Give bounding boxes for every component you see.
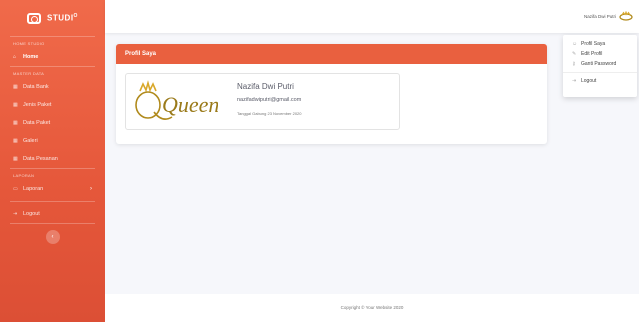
brand[interactable]: STUDIO <box>0 0 105 36</box>
user-name: Nazifa Dwi Putri <box>583 13 616 19</box>
profile-box: Queen Nazifa Dwi Putri nazifadwiputri@gm… <box>125 73 400 130</box>
section-home: HOME STUDIO <box>13 41 45 46</box>
key-icon: ⚷ <box>572 61 576 67</box>
camera-icon <box>27 12 42 24</box>
sidebar-item-label: Home <box>23 54 39 60</box>
user-dropdown-menu: ☺ Profil Saya ✎ Edit Profil ⚷ Ganti Pass… <box>563 35 637 97</box>
card-title: Profil Saya <box>116 44 547 64</box>
sidebar-divider <box>10 36 95 37</box>
menu-item-label: Logout <box>581 78 597 84</box>
user-icon: ☺ <box>572 41 578 47</box>
home-icon: ⌂ <box>13 54 17 60</box>
sidebar-item-label: Data Paket <box>23 120 51 126</box>
folder-icon: ▭ <box>13 186 18 192</box>
sidebar-item-label: Data Pesanan <box>23 156 58 162</box>
sidebar-divider <box>10 223 95 224</box>
user-edit-icon: ✎ <box>572 51 577 57</box>
table-icon: ▦ <box>13 84 18 90</box>
user-menu[interactable]: Nazifa Dwi Putri <box>584 11 633 21</box>
profile-card: Profil Saya Queen Nazifa Dwi Putri nazif… <box>116 44 547 144</box>
chevron-right-icon: › <box>90 186 92 192</box>
profile-image-text: Queen <box>162 92 218 117</box>
table-icon: ▦ <box>13 156 18 162</box>
sidebar-divider <box>10 66 95 67</box>
menu-item-label: Ganti Password <box>581 61 617 67</box>
logout-icon: ⇥ <box>13 211 18 217</box>
sidebar-item-logout[interactable]: ⇥ Logout <box>0 205 105 223</box>
sidebar: STUDIO HOME STUDIO ⌂ Home MASTER DATA ▦ … <box>0 0 105 322</box>
menu-item-label: Profil Saya <box>581 41 606 47</box>
sidebar-item-laporan[interactable]: ▭ Laporan › <box>0 180 105 198</box>
logout-icon: ⇥ <box>572 78 577 84</box>
avatar <box>619 11 633 21</box>
sidebar-toggle-button[interactable]: ‹ <box>45 230 60 244</box>
profile-email: nazifadwiputri@gmail.com <box>237 97 302 103</box>
sidebar-item-label: Logout <box>23 211 40 217</box>
sidebar-item-label: Laporan <box>23 186 44 192</box>
table-icon: ▦ <box>13 102 18 108</box>
profile-name: Nazifa Dwi Putri <box>237 82 294 91</box>
sidebar-item-data-paket[interactable]: ▦ Data Paket <box>0 114 105 132</box>
sidebar-item-data-bank[interactable]: ▦ Data Bank <box>0 78 105 96</box>
section-laporan: LAPORAN <box>13 173 35 178</box>
sidebar-item-home[interactable]: ⌂ Home <box>0 48 105 66</box>
table-icon: ▦ <box>13 138 18 144</box>
menu-item-label: Edit Profil <box>581 51 603 57</box>
table-icon: ▦ <box>13 120 18 126</box>
menu-item-logout[interactable]: ⇥ Logout <box>563 76 637 86</box>
section-master: MASTER DATA <box>13 71 45 76</box>
menu-item-edit-profil[interactable]: ✎ Edit Profil <box>563 49 637 59</box>
footer: Copyright © Your Website 2020 <box>105 294 639 322</box>
topbar: Nazifa Dwi Putri <box>105 0 639 33</box>
menu-item-profil-saya[interactable]: ☺ Profil Saya <box>563 39 637 49</box>
sidebar-item-jenis-paket[interactable]: ▦ Jenis Paket <box>0 96 105 114</box>
sidebar-divider <box>10 168 95 169</box>
profile-info: Nazifa Dwi Putri nazifadwiputri@gmail.co… <box>237 82 302 116</box>
sidebar-divider <box>10 201 95 202</box>
menu-item-ganti-password[interactable]: ⚷ Ganti Password <box>563 59 637 69</box>
profile-join-date: Tanggal Gabung 23 November 2020 <box>237 111 302 116</box>
sidebar-item-label: Jenis Paket <box>23 102 52 108</box>
brand-name: STUDIO <box>47 13 78 23</box>
footer-copyright: Copyright © Your Website 2020 <box>340 305 404 310</box>
sidebar-item-data-pesanan[interactable]: ▦ Data Pesanan <box>0 150 105 168</box>
sidebar-item-label: Galeri <box>23 138 38 144</box>
sidebar-item-galeri[interactable]: ▦ Galeri <box>0 132 105 150</box>
profile-image: Queen <box>135 80 218 120</box>
menu-divider <box>563 72 637 73</box>
sidebar-item-label: Data Bank <box>23 84 49 90</box>
